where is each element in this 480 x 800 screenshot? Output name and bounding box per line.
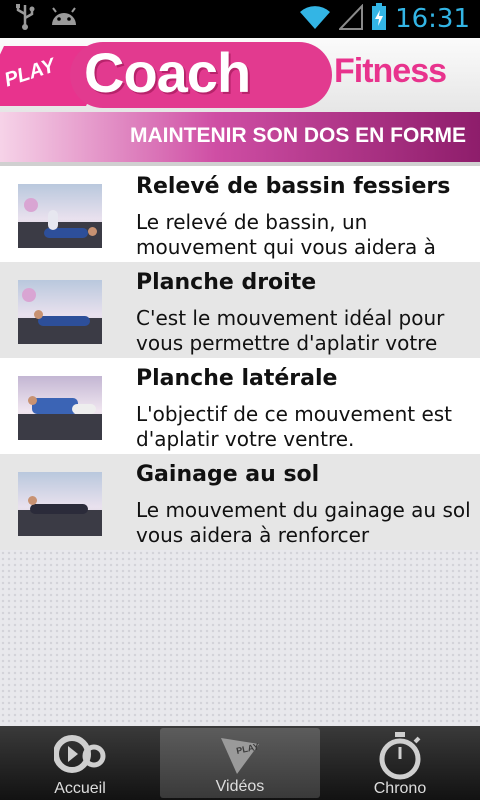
list-empty-area: [0, 550, 480, 726]
section-title-bar: MAINTENIR SON DOS EN FORME: [0, 112, 480, 162]
wifi-icon: [299, 4, 331, 34]
exercise-description: L'objectif de ce mouvement est d'aplatir…: [136, 402, 453, 451]
exercise-description: C'est le mouvement idéal pour vous perme…: [136, 306, 445, 355]
exercise-thumbnail: [18, 184, 102, 248]
exercise-description: Le mouvement du gainage au sol vous aide…: [136, 498, 471, 547]
home-logo-icon: [53, 732, 106, 780]
stopwatch-icon: [377, 732, 423, 784]
list-item[interactable]: Planche latérale L'objectif de ce mouvem…: [0, 358, 480, 454]
exercise-description: Le relevé de bassin, un mouvement qui vo…: [136, 210, 436, 259]
exercise-title: Planche latérale: [136, 366, 338, 391]
tab-videos[interactable]: PLAY Vidéos: [160, 728, 320, 798]
bottom-navigation: Accueil PLAY Vidéos Chrono: [0, 726, 480, 800]
exercise-title: Relevé de bassin fessiers: [136, 174, 451, 199]
usb-icon: [14, 4, 36, 34]
list-item[interactable]: Gainage au sol Le mouvement du gainage a…: [0, 454, 480, 550]
signal-icon: [337, 3, 364, 34]
battery-charging-icon: [371, 3, 387, 35]
tab-chrono[interactable]: Chrono: [320, 726, 480, 800]
android-icon: [50, 7, 78, 31]
play-video-icon: PLAY: [217, 734, 263, 780]
exercise-thumbnail: [18, 376, 102, 440]
tab-accueil[interactable]: Accueil: [0, 726, 160, 800]
exercise-title: Gainage au sol: [136, 462, 320, 487]
exercise-title: Planche droite: [136, 270, 317, 295]
list-item[interactable]: Planche droite C'est le mouvement idéal …: [0, 262, 480, 358]
logo-coach-text: Coach: [84, 41, 251, 104]
logo-fitness-text: Fitness: [334, 52, 447, 90]
exercise-list: Relevé de bassin fessiers Le relevé de b…: [0, 166, 480, 550]
status-bar: 16:31: [0, 0, 480, 38]
tab-label: Vidéos: [215, 778, 265, 795]
section-title: MAINTENIR SON DOS EN FORME: [129, 124, 466, 147]
exercise-thumbnail: [18, 280, 102, 344]
exercise-thumbnail: [18, 472, 102, 536]
clock: 16:31: [395, 4, 470, 34]
list-item[interactable]: Relevé de bassin fessiers Le relevé de b…: [0, 166, 480, 262]
app-header-banner: PLAY Coach Fitness: [0, 38, 480, 112]
tab-label: Accueil: [54, 780, 106, 797]
